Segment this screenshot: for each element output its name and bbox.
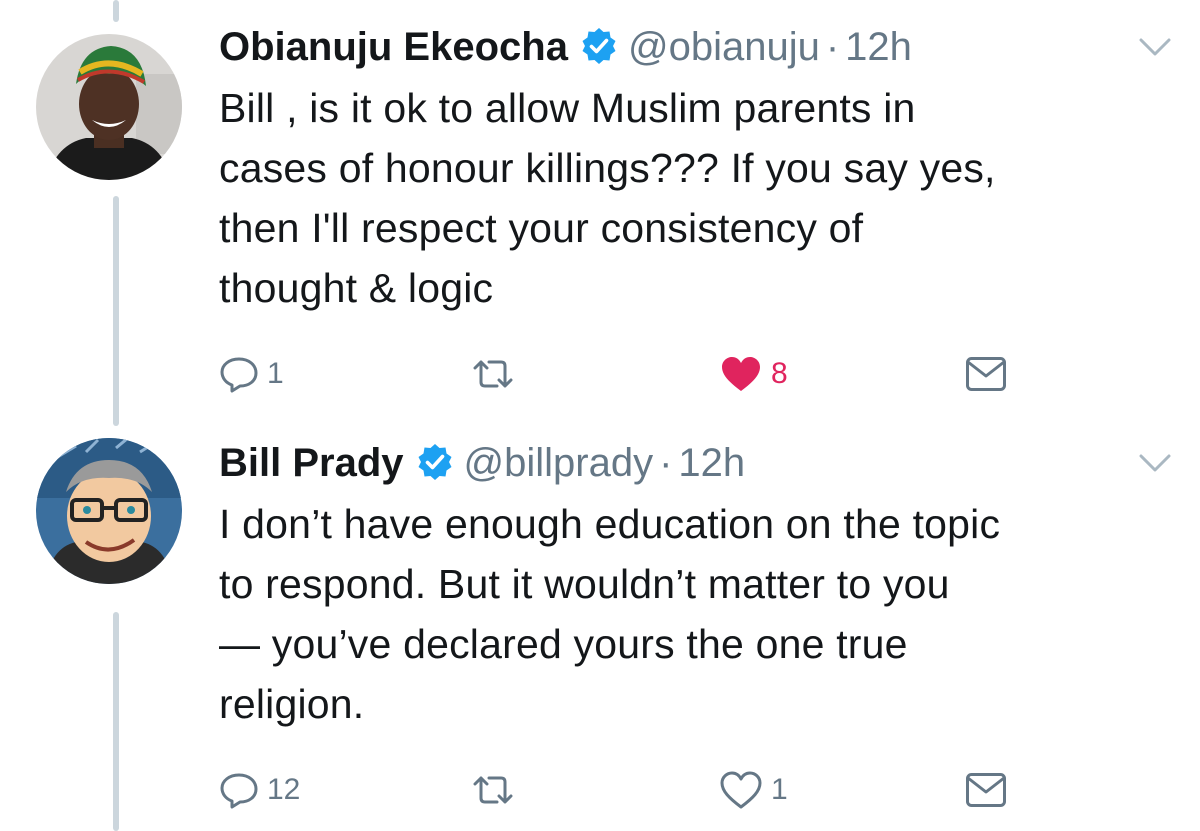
reply-count: 12 (267, 773, 301, 806)
heart-icon (719, 354, 763, 394)
dm-button[interactable] (965, 352, 1007, 396)
retweet-button[interactable] (469, 352, 525, 396)
dm-icon (965, 356, 1007, 392)
separator: · (825, 25, 840, 69)
reply-icon (219, 770, 259, 810)
dm-button[interactable] (965, 768, 1007, 812)
tweet-text-line: religion. (219, 681, 365, 727)
display-name[interactable]: Bill Prady (219, 441, 404, 486)
action-bar: 1 8 (219, 352, 1019, 396)
retweet-icon (469, 354, 517, 394)
verified-badge-icon (416, 443, 454, 481)
like-count: 8 (771, 357, 788, 390)
tweet-text-line: — you’ve declared yours the one true (219, 621, 908, 667)
reply-count: 1 (267, 357, 284, 390)
verified-badge-icon (580, 27, 618, 65)
tweet-text-line: I don’t have enough education on the top… (219, 501, 1001, 547)
heart-icon (719, 770, 763, 810)
like-button[interactable]: 1 (719, 768, 788, 812)
tweet-header: Bill Prady @billprady · 12h (219, 438, 745, 486)
tweet-text-line: Bill , is it ok to allow Muslim parents … (219, 85, 916, 131)
chevron-down-icon[interactable] (1138, 36, 1172, 58)
like-button[interactable]: 8 (719, 352, 788, 396)
avatar[interactable] (36, 34, 182, 180)
handle[interactable]: @obianuju (628, 25, 820, 70)
like-count: 1 (771, 773, 788, 806)
timestamp[interactable]: 12h (845, 25, 912, 70)
separator: · (659, 441, 673, 485)
reply-button[interactable]: 12 (219, 768, 300, 812)
handle[interactable]: @billprady (464, 441, 654, 486)
action-bar: 12 1 (219, 768, 1019, 812)
tweet-billprady[interactable]: Bill Prady @billprady · 12h I don’t have… (0, 420, 1200, 831)
tweet-text: I don’t have enough education on the top… (219, 494, 1169, 734)
avatar-image (36, 438, 182, 584)
avatar-image (36, 34, 182, 180)
reply-button[interactable]: 1 (219, 352, 284, 396)
avatar[interactable] (36, 438, 182, 584)
tweet-text-line: to respond. But it wouldn’t matter to yo… (219, 561, 950, 607)
tweet-header: Obianuju Ekeocha @obianuju · 12h (219, 22, 912, 70)
dm-icon (965, 772, 1007, 808)
tweet-text-line: thought & logic (219, 265, 494, 311)
tweet-text-line: then I'll respect your consistency of (219, 205, 864, 251)
retweet-button[interactable] (469, 768, 525, 812)
tweet-text: Bill , is it ok to allow Muslim parents … (219, 78, 1169, 318)
tweet-text-line: cases of honour killings??? If you say y… (219, 145, 996, 191)
tweet-obianuju[interactable]: Obianuju Ekeocha @obianuju · 12h Bill , … (0, 0, 1200, 420)
timestamp[interactable]: 12h (678, 441, 745, 486)
display-name[interactable]: Obianuju Ekeocha (219, 25, 568, 70)
chevron-down-icon[interactable] (1138, 452, 1172, 474)
retweet-icon (469, 770, 517, 810)
reply-icon (219, 354, 259, 394)
